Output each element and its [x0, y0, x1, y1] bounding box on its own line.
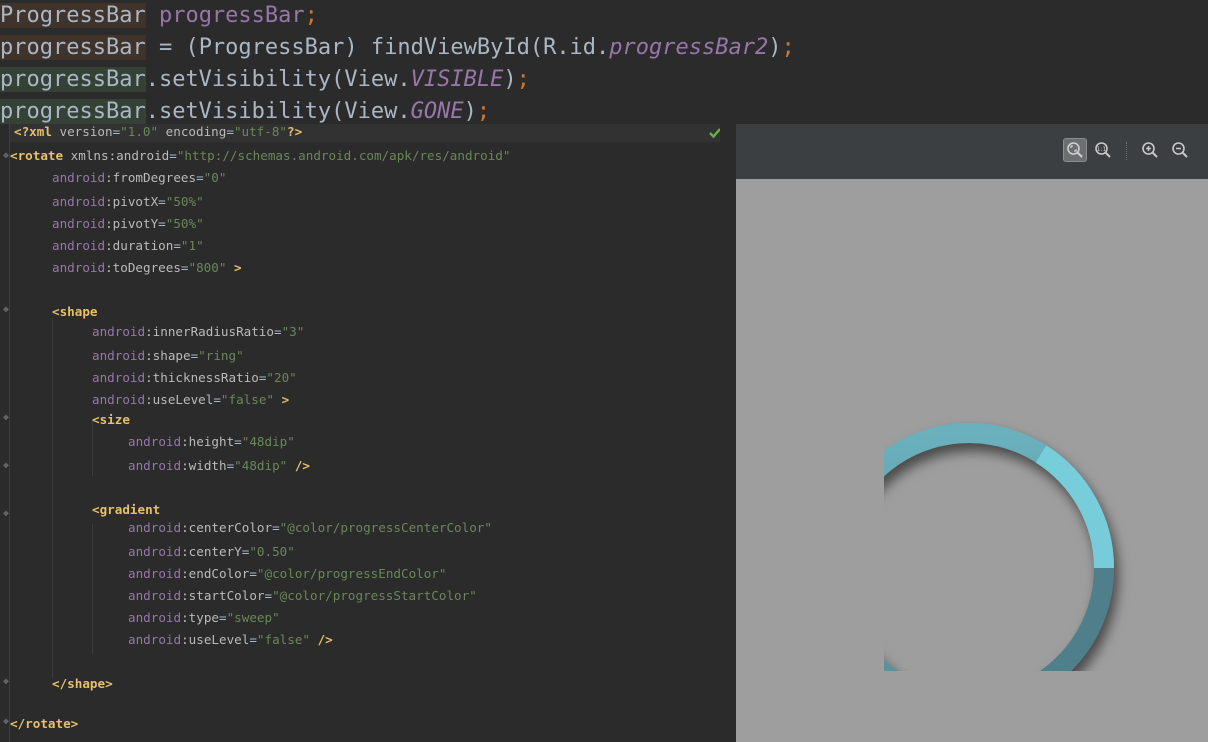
- ring-segment: [1035, 445, 1114, 569]
- fold-marker-icon[interactable]: ◆: [3, 508, 9, 520]
- zoom-to-fit-button[interactable]: [1063, 138, 1087, 162]
- preview-canvas: [736, 179, 1208, 742]
- fold-marker-icon[interactable]: ◆: [3, 150, 9, 162]
- code-line: <shape: [52, 304, 98, 319]
- ring-segment: [1039, 567, 1114, 671]
- zoom-in-icon: [1142, 142, 1158, 158]
- java-field: progressBar: [158, 3, 305, 28]
- code-line: progressBar.setVisibility(View.VISIBLE);: [0, 67, 530, 92]
- drawable-preview-panel: 1:1: [736, 124, 1208, 742]
- code-line: android:duration="1": [52, 238, 204, 253]
- code-line: <size: [92, 412, 130, 427]
- code-line: <rotate xmlns:android="http://schemas.an…: [10, 148, 511, 163]
- java-variable: progressBar: [0, 67, 146, 92]
- code-line: android:type="sweep": [128, 610, 280, 625]
- code-line: </rotate>: [10, 716, 79, 731]
- java-variable: progressBar: [0, 35, 146, 60]
- java-type: ProgressBar: [0, 3, 146, 28]
- code-line: android:width="48dip" />: [128, 458, 310, 473]
- zoom-out-icon: [1172, 142, 1188, 158]
- xml-editor[interactable]: ◆ ◆ ◆ ◆ ◆ ◆ ◆ <?xml version="1.0" encodi…: [0, 124, 721, 742]
- gutter-divider: [9, 124, 10, 742]
- resource-id: progressBar2: [609, 35, 769, 60]
- java-constant: VISIBLE: [410, 67, 504, 92]
- code-line: ProgressBar progressBar;: [0, 3, 318, 28]
- code-line: android:height="48dip": [128, 434, 295, 449]
- code-line: android:centerY="0.50": [128, 544, 295, 559]
- code-line: android:thicknessRatio="20": [92, 370, 297, 385]
- code-line: progressBar = (ProgressBar) findViewById…: [0, 35, 795, 60]
- fold-marker-icon[interactable]: ◆: [3, 676, 9, 688]
- java-snippet: ProgressBar progressBar; progressBar = (…: [0, 0, 1208, 127]
- code-line: android:useLevel="false" />: [128, 632, 333, 647]
- zoom-to-fit-icon: [1067, 142, 1083, 158]
- preview-toolbar: 1:1: [736, 124, 1208, 179]
- indent-guide: [92, 524, 93, 654]
- zoom-actual-size-button[interactable]: 1:1: [1091, 138, 1115, 162]
- code-line: <?xml version="1.0" encoding="utf-8"?>: [14, 124, 303, 139]
- code-line: android:pivotY="50%": [52, 216, 204, 231]
- indent-guide: [52, 318, 53, 678]
- code-line: android:centerColor="@color/progressCent…: [128, 520, 492, 535]
- svg-text:1:1: 1:1: [1097, 146, 1107, 153]
- fold-marker-icon[interactable]: ◆: [3, 716, 9, 728]
- code-line: android:fromDegrees="0": [52, 170, 227, 185]
- code-line: android:endColor="@color/progressEndColo…: [128, 566, 447, 581]
- zoom-out-button[interactable]: [1168, 138, 1192, 162]
- code-line: android:innerRadiusRatio="3": [92, 324, 305, 339]
- splitter[interactable]: [720, 124, 736, 742]
- ring-drawable: [884, 423, 1114, 671]
- code-line: </shape>: [52, 676, 113, 691]
- code-line: android:toDegrees="800" >: [52, 260, 242, 275]
- fold-marker-icon[interactable]: ◆: [3, 304, 9, 316]
- toolbar-separator: [1126, 142, 1128, 160]
- actual-size-icon: 1:1: [1095, 142, 1111, 158]
- code-line: android:pivotX="50%": [52, 194, 204, 209]
- fold-marker-icon[interactable]: ◆: [3, 412, 9, 424]
- zoom-in-button[interactable]: [1138, 138, 1162, 162]
- code-line: android:startColor="@color/progressStart…: [128, 588, 477, 603]
- fold-marker-icon[interactable]: ◆: [3, 460, 9, 472]
- code-line: android:shape="ring": [92, 348, 244, 363]
- java-constant: GONE: [410, 99, 464, 124]
